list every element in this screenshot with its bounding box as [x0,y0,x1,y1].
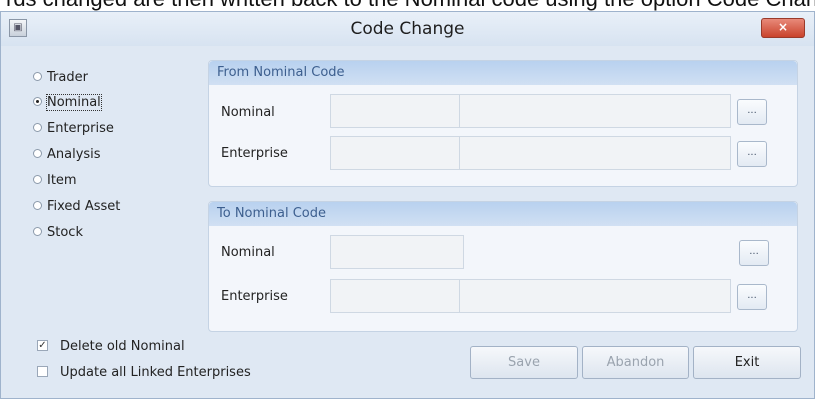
from-enterprise-label: Enterprise [221,146,288,161]
from-panel-title: From Nominal Code [209,61,797,85]
radio-enterprise[interactable]: Enterprise [33,120,114,138]
from-nominal-label: Nominal [221,105,275,120]
radio-analysis[interactable]: Analysis [33,146,101,164]
delete-old-nominal-checkbox[interactable]: ✓ Delete old Nominal [37,339,185,355]
from-enterprise-code-input[interactable] [330,136,460,170]
radio-circle-icon [33,201,42,210]
radio-nominal[interactable]: Nominal [33,94,102,112]
radio-circle-icon [33,175,42,184]
from-enterprise-desc-input[interactable] [459,136,731,170]
exit-button[interactable]: Exit [693,346,801,379]
checkbox-checked-icon: ✓ [37,340,48,351]
to-enterprise-code-input[interactable] [330,279,460,313]
radio-circle-icon [33,72,42,81]
code-change-window: ▣ Code Change × Trader Nominal Enterpris… [0,11,815,399]
radio-stock[interactable]: Stock [33,224,83,242]
radio-item[interactable]: Item [33,172,77,190]
radio-fixed-asset[interactable]: Fixed Asset [33,198,120,216]
radio-circle-icon [33,149,42,158]
save-button[interactable]: Save [470,346,578,379]
abandon-button[interactable]: Abandon [582,346,689,379]
to-enterprise-label: Enterprise [221,289,288,304]
from-nominal-lookup-button[interactable]: ... [737,99,767,125]
to-nominal-lookup-button[interactable]: ... [739,240,769,266]
radio-circle-icon [33,227,42,236]
from-nominal-panel: From Nominal Code Nominal ... Enterprise… [208,60,798,187]
from-nominal-desc-input[interactable] [459,94,731,128]
close-button[interactable]: × [761,18,805,38]
radio-trader[interactable]: Trader [33,69,88,87]
title-bar: ▣ Code Change × [1,12,814,46]
to-enterprise-desc-input[interactable] [459,279,731,313]
update-linked-enterprises-checkbox[interactable]: Update all Linked Enterprises [37,365,251,381]
to-nominal-panel: To Nominal Code Nominal ... Enterprise .… [208,201,798,332]
to-nominal-label: Nominal [221,245,275,260]
to-enterprise-lookup-button[interactable]: ... [737,284,767,310]
window-title: Code Change [350,19,465,39]
checkbox-unchecked-icon [37,366,48,377]
from-enterprise-lookup-button[interactable]: ... [737,141,767,167]
to-panel-title: To Nominal Code [209,202,797,226]
to-nominal-code-input[interactable] [330,235,464,269]
radio-selected-icon [33,97,42,106]
radio-circle-icon [33,123,42,132]
from-nominal-code-input[interactable] [330,94,460,128]
